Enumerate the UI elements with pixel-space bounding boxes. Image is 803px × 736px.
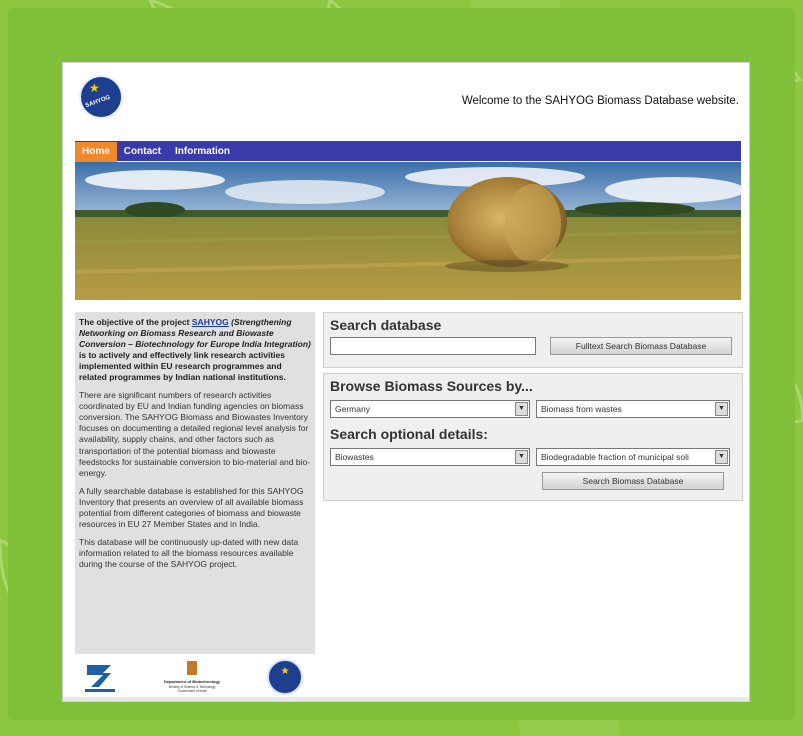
hero-hay-field-image — [75, 162, 741, 300]
fulltext-search-button[interactable]: Fulltext Search Biomass Database — [550, 337, 732, 355]
logo-text: SAHYOG — [84, 94, 112, 110]
search-biomass-database-button[interactable]: Search Biomass Database — [542, 472, 724, 490]
fulltext-search-input[interactable] — [330, 337, 536, 355]
paragraph-3: A fully searchable database is establish… — [79, 485, 304, 529]
chevron-down-icon: ▼ — [715, 450, 728, 464]
intro-post: is to actively and effectively link rese… — [79, 350, 286, 383]
fp7-logo — [85, 665, 115, 692]
svg-text:Department of Biotechnology: Department of Biotechnology — [164, 679, 221, 684]
nav-information[interactable]: Information — [168, 142, 237, 162]
category-select[interactable]: Biowastes ▼ — [330, 448, 530, 466]
country-select[interactable]: Germany ▼ — [330, 400, 530, 418]
search-panel: Search database Fulltext Search Biomass … — [323, 312, 743, 368]
browse-title: Browse Biomass Sources by... — [330, 378, 533, 394]
sahyog-link[interactable]: SAHYOG — [192, 317, 229, 327]
svg-text:Government of India: Government of India — [178, 689, 207, 693]
paragraph-2: There are significant numbers of researc… — [79, 390, 311, 478]
partner-logos: Department of Biotechnology Ministry of … — [85, 659, 303, 695]
paragraph-4: This database will be continuously up-da… — [79, 536, 299, 569]
project-description: The objective of the project SAHYOG (Str… — [75, 312, 315, 654]
chevron-down-icon: ▼ — [515, 402, 528, 416]
footer-bar — [63, 697, 749, 701]
intro-paragraph: The objective of the project SAHYOG (Str… — [79, 317, 311, 383]
chevron-down-icon: ▼ — [515, 450, 528, 464]
dbt-logo: Department of Biotechnology Ministry of … — [164, 661, 221, 693]
source-value: Biomass from wastes — [541, 404, 622, 414]
welcome-text: Welcome to the SAHYOG Biomass Database w… — [461, 95, 739, 107]
browse-panel: Browse Biomass Sources by... Germany ▼ Bi… — [323, 373, 743, 501]
nav-contact[interactable]: Contact — [117, 142, 168, 162]
subcategory-value: Biodegradable fraction of municipal soli — [541, 452, 689, 462]
main-nav: Home Contact Information — [75, 141, 741, 162]
nav-home[interactable]: Home — [75, 142, 117, 162]
star-icon: ★ — [89, 81, 100, 95]
sahyog-logo[interactable]: ★ SAHYOG — [79, 75, 123, 119]
country-value: Germany — [335, 404, 370, 414]
category-value: Biowastes — [335, 452, 374, 462]
search-title: Search database — [330, 317, 442, 333]
optional-title: Search optional details: — [330, 426, 488, 442]
page-container: ★ SAHYOG Welcome to the SAHYOG Biomass D… — [62, 62, 750, 702]
intro-pre: The objective of the project — [79, 317, 192, 327]
sahyog-small-logo: ★ — [267, 659, 303, 695]
chevron-down-icon: ▼ — [715, 402, 728, 416]
source-select[interactable]: Biomass from wastes ▼ — [536, 400, 730, 418]
subcategory-select[interactable]: Biodegradable fraction of municipal soli… — [536, 448, 730, 466]
svg-text:★: ★ — [281, 666, 290, 677]
